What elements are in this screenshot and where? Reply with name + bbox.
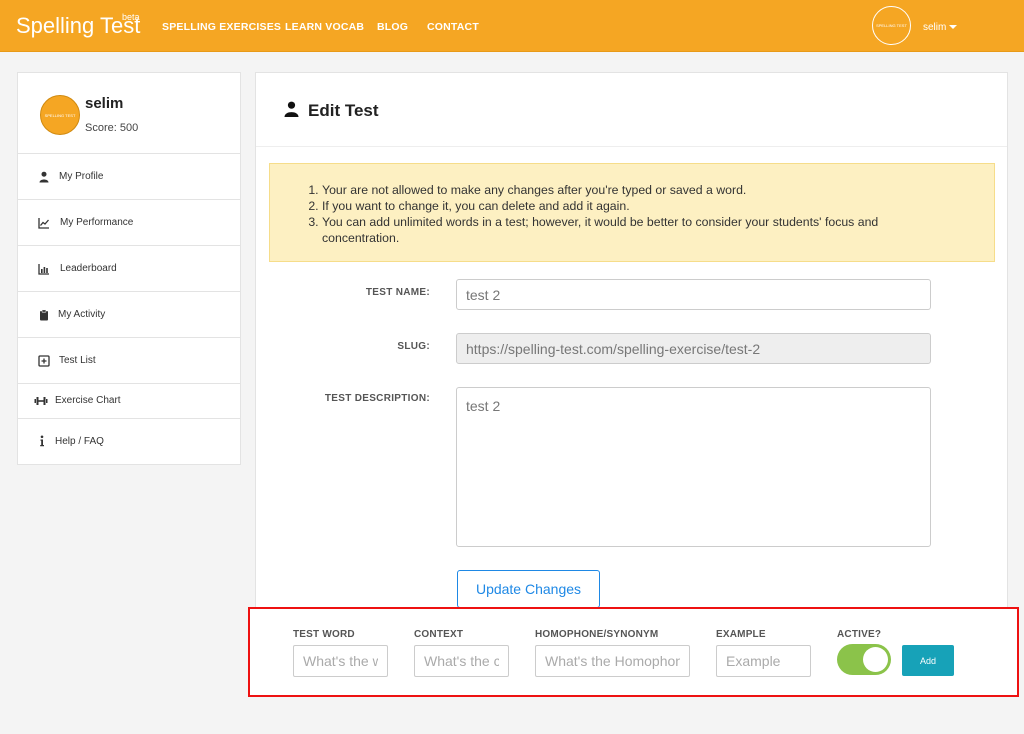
active-label: ACTIVE? bbox=[837, 629, 882, 640]
test-name-input[interactable] bbox=[456, 279, 931, 310]
sidebar-item-my-profile[interactable]: My Profile bbox=[18, 154, 240, 200]
dumbbell-icon bbox=[34, 397, 48, 405]
sidebar-item-my-activity[interactable]: My Activity bbox=[18, 292, 240, 338]
panel-header: Edit Test bbox=[256, 73, 1007, 147]
test-word-input[interactable] bbox=[293, 645, 388, 677]
plus-square-icon bbox=[38, 355, 50, 367]
test-description-textarea[interactable]: test 2 bbox=[456, 387, 931, 547]
nav-avatar[interactable]: SPELLING TEST bbox=[872, 6, 911, 45]
sidebar-item-label: Help / FAQ bbox=[55, 436, 104, 447]
user-menu[interactable]: selim bbox=[923, 22, 958, 33]
sidebar-item-leaderboard[interactable]: Leaderboard bbox=[18, 246, 240, 292]
sidebar-item-label: Leaderboard bbox=[60, 263, 117, 274]
toggle-knob bbox=[863, 647, 888, 672]
test-name-label: TEST NAME: bbox=[365, 287, 430, 298]
avatar-text: SPELLING TEST bbox=[44, 112, 76, 118]
example-input[interactable] bbox=[716, 645, 811, 677]
sidebar-item-label: My Activity bbox=[58, 309, 106, 320]
context-input[interactable] bbox=[414, 645, 509, 677]
note-item: If you want to change it, you can delete… bbox=[322, 198, 942, 214]
sidebar: SPELLING TEST selim Score: 500 My Profil… bbox=[17, 72, 241, 465]
clipboard-icon bbox=[40, 309, 48, 321]
sidebar-item-label: Test List bbox=[59, 355, 96, 366]
notes-alert: Your are not allowed to make any changes… bbox=[269, 163, 995, 262]
slug-field[interactable] bbox=[456, 333, 931, 364]
nav-avatar-text: SPELLING TEST bbox=[876, 23, 907, 28]
sidebar-item-my-performance[interactable]: My Performance bbox=[18, 200, 240, 246]
sidebar-item-label: My Profile bbox=[59, 171, 104, 182]
test-description-label: TEST DESCRIPTION: bbox=[324, 393, 430, 404]
test-word-label: TEST WORD bbox=[293, 629, 355, 640]
context-label: CONTEXT bbox=[414, 629, 464, 640]
avatar: SPELLING TEST bbox=[40, 95, 80, 135]
username: selim bbox=[923, 22, 947, 33]
note-item: Your are not allowed to make any changes… bbox=[322, 182, 942, 198]
notes-list: Your are not allowed to make any changes… bbox=[322, 182, 942, 246]
nav-link-blog[interactable]: BLOG bbox=[377, 21, 408, 33]
add-word-form: TEST WORD CONTEXT HOMOPHONE/SYNONYM EXAM… bbox=[248, 607, 1019, 697]
active-toggle[interactable] bbox=[837, 644, 891, 675]
beta-badge: beta bbox=[122, 12, 140, 22]
example-label: EXAMPLE bbox=[716, 629, 766, 640]
user-icon bbox=[284, 101, 299, 117]
sidebar-item-exercise-chart[interactable]: Exercise Chart bbox=[18, 384, 240, 419]
sidebar-item-test-list[interactable]: Test List bbox=[18, 338, 240, 384]
slug-label: SLUG: bbox=[397, 341, 430, 352]
sidebar-item-label: Exercise Chart bbox=[55, 395, 121, 406]
bar-chart-icon bbox=[38, 264, 49, 275]
info-icon bbox=[40, 435, 44, 447]
user-icon bbox=[39, 171, 49, 183]
profile-score: Score: 500 bbox=[85, 122, 139, 134]
nav-link-learn-vocab[interactable]: LEARN VOCAB bbox=[285, 21, 364, 33]
nav-link-spelling-exercises[interactable]: SPELLING EXERCISES bbox=[162, 21, 281, 33]
page-title: Edit Test bbox=[308, 101, 379, 120]
note-item: You can add unlimited words in a test; h… bbox=[322, 214, 942, 246]
add-word-button[interactable]: Add bbox=[902, 645, 954, 676]
profile-name: selim bbox=[85, 95, 124, 112]
caret-down-icon bbox=[949, 25, 958, 30]
homophone-input[interactable] bbox=[535, 645, 690, 677]
homophone-label: HOMOPHONE/SYNONYM bbox=[535, 629, 659, 640]
top-navbar: Spelling Test beta SPELLING EXERCISES LE… bbox=[0, 0, 1024, 52]
profile-card: SPELLING TEST selim Score: 500 bbox=[18, 73, 240, 154]
sidebar-item-label: My Performance bbox=[60, 217, 134, 228]
update-changes-button[interactable]: Update Changes bbox=[457, 570, 600, 608]
main-panel: Edit Test Your are not allowed to make a… bbox=[255, 72, 1008, 697]
line-chart-icon bbox=[38, 218, 49, 229]
sidebar-item-help-faq[interactable]: Help / FAQ bbox=[18, 419, 240, 465]
nav-link-contact[interactable]: CONTACT bbox=[427, 21, 479, 33]
